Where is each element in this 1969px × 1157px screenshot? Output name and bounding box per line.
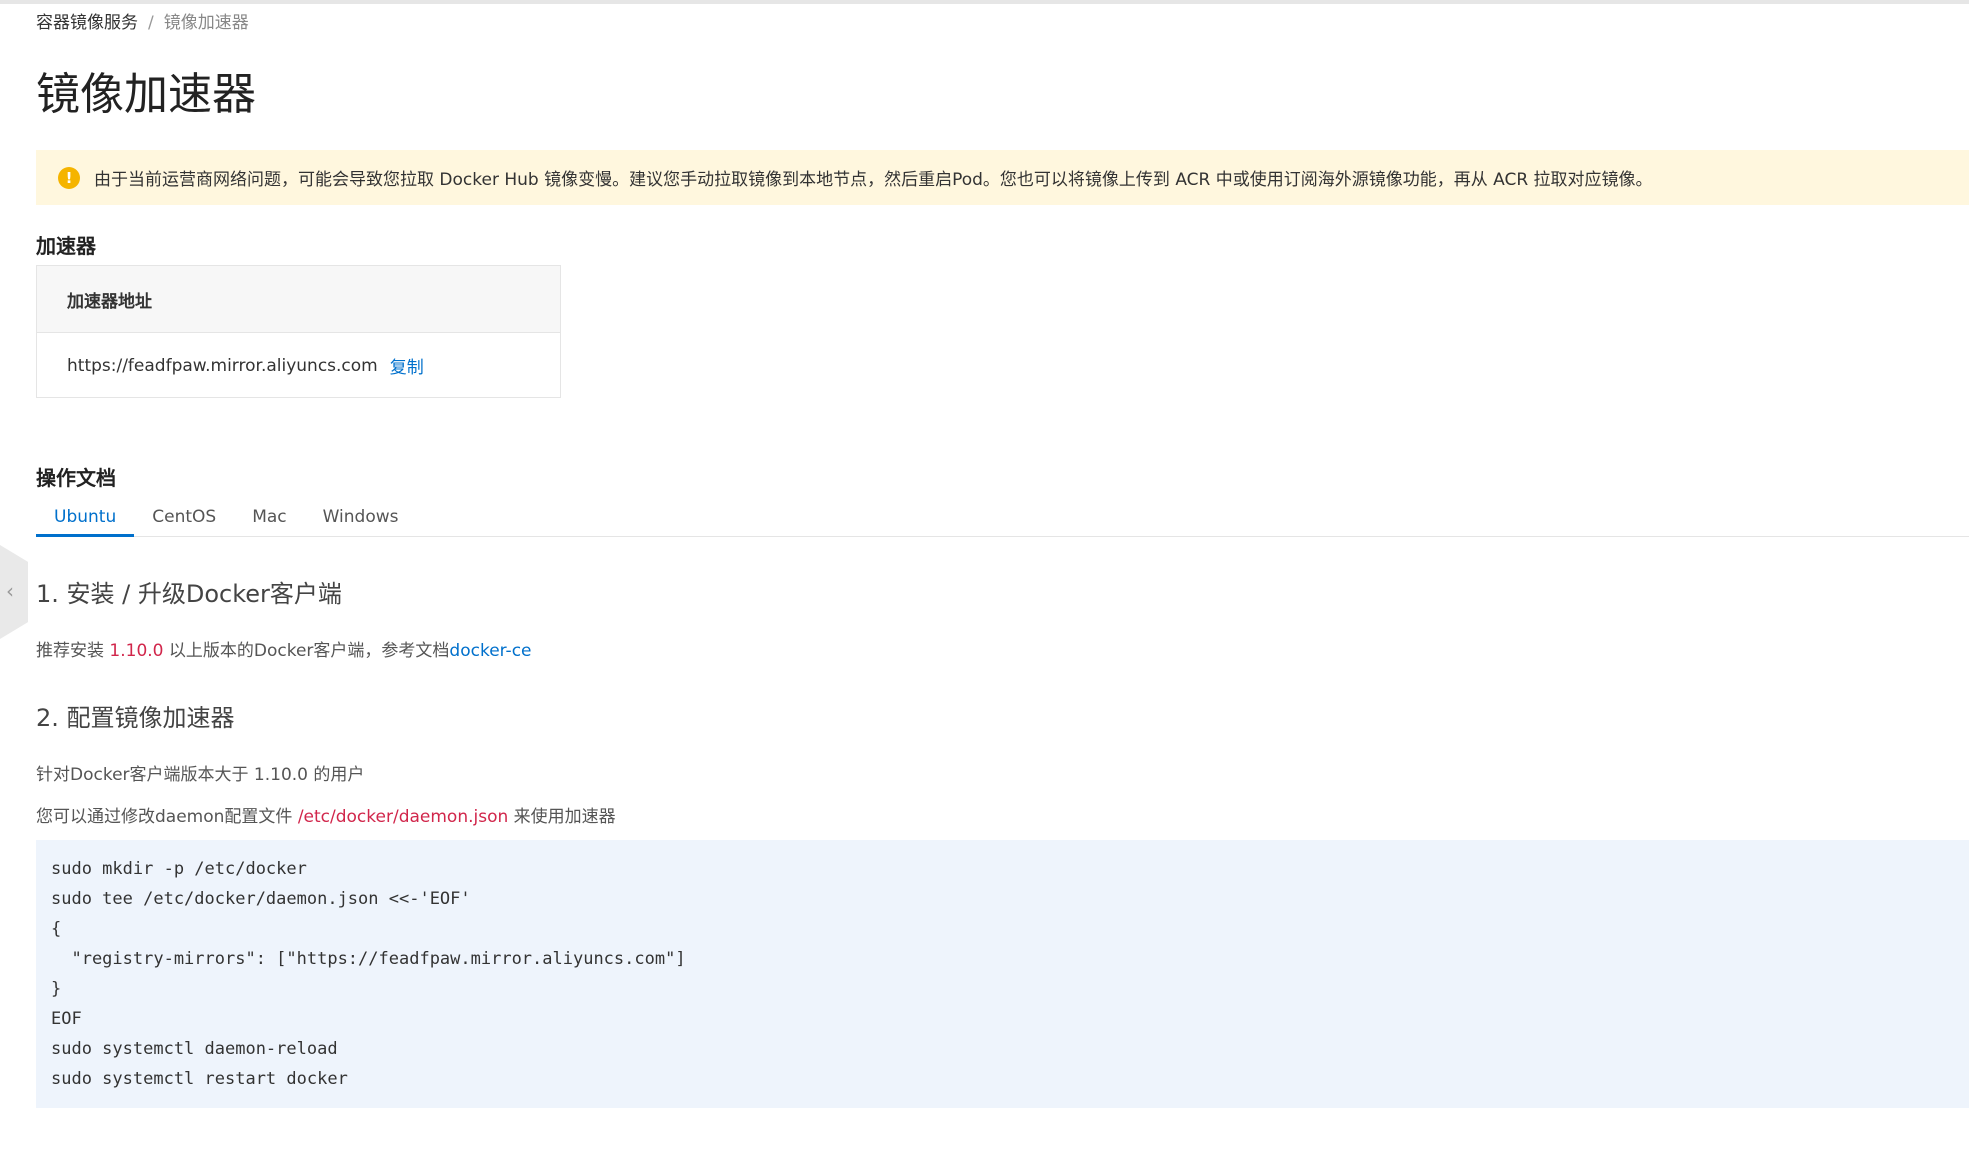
step1-text-before: 推荐安装 (36, 641, 110, 661)
tab-ubuntu[interactable]: Ubuntu (36, 500, 135, 537)
step1-title: 1. 安装 / 升级Docker客户端 (36, 580, 342, 608)
accelerator-column-header: 加速器地址 (37, 266, 560, 333)
breadcrumb-parent[interactable]: 容器镜像服务 (36, 13, 138, 33)
step2-line2-after: 来使用加速器 (508, 807, 616, 827)
sidebar-collapse-toggle[interactable]: ‹ (0, 545, 28, 639)
main-content: 容器镜像服务 / 镜像加速器 镜像加速器 ! 由于当前运营商网络问题，可能会导致您拉… (36, 0, 1969, 1157)
step1-text-middle: 以上版本的Docker客户端，参考文档 (163, 641, 450, 661)
tab-centos[interactable]: CentOS (134, 500, 234, 537)
step2-line2-before: 您可以通过修改daemon配置文件 (36, 807, 298, 827)
breadcrumb-current: 镜像加速器 (163, 13, 249, 33)
step2-line2: 您可以通过修改daemon配置文件 /etc/docker/daemon.jso… (36, 802, 616, 827)
notice-text: 由于当前运营商网络问题，可能会导致您拉取 Docker Hub 镜像变慢。建议您… (94, 170, 1653, 190)
copy-button[interactable]: 复制 (390, 353, 424, 378)
step2-line1: 针对Docker客户端版本大于 1.10.0 的用户 (36, 765, 365, 785)
daemon-json-path: /etc/docker/daemon.json (297, 807, 509, 827)
code-block[interactable]: sudo mkdir -p /etc/docker sudo tee /etc/… (36, 840, 1969, 1108)
warning-icon: ! (58, 166, 80, 189)
accelerator-address: https://feadfpaw.mirror.aliyuncs.com (67, 355, 378, 376)
tab-windows[interactable]: Windows (305, 500, 417, 537)
chevron-left-icon: ‹ (6, 579, 14, 603)
accelerator-row: https://feadfpaw.mirror.aliyuncs.com 复制 (37, 333, 560, 398)
accelerator-section-title: 加速器 (36, 234, 96, 258)
tab-mac[interactable]: Mac (234, 500, 304, 537)
docs-section-title: 操作文档 (36, 466, 116, 490)
step1-description: 推荐安装 1.10.0 以上版本的Docker客户端，参考文档docker-ce (36, 636, 532, 661)
breadcrumb-separator: / (148, 13, 154, 33)
breadcrumb: 容器镜像服务 / 镜像加速器 (36, 8, 249, 33)
docker-ce-link[interactable]: docker-ce (449, 641, 531, 661)
page-title: 镜像加速器 (36, 69, 256, 120)
step2-title: 2. 配置镜像加速器 (36, 704, 235, 732)
warning-notice: ! 由于当前运营商网络问题，可能会导致您拉取 Docker Hub 镜像变慢。建… (36, 150, 1969, 205)
accelerator-table: 加速器地址 https://feadfpaw.mirror.aliyuncs.c… (36, 265, 561, 398)
os-tabs: Ubuntu CentOS Mac Windows (36, 500, 1969, 537)
step1-version: 1.10.0 (109, 641, 164, 661)
